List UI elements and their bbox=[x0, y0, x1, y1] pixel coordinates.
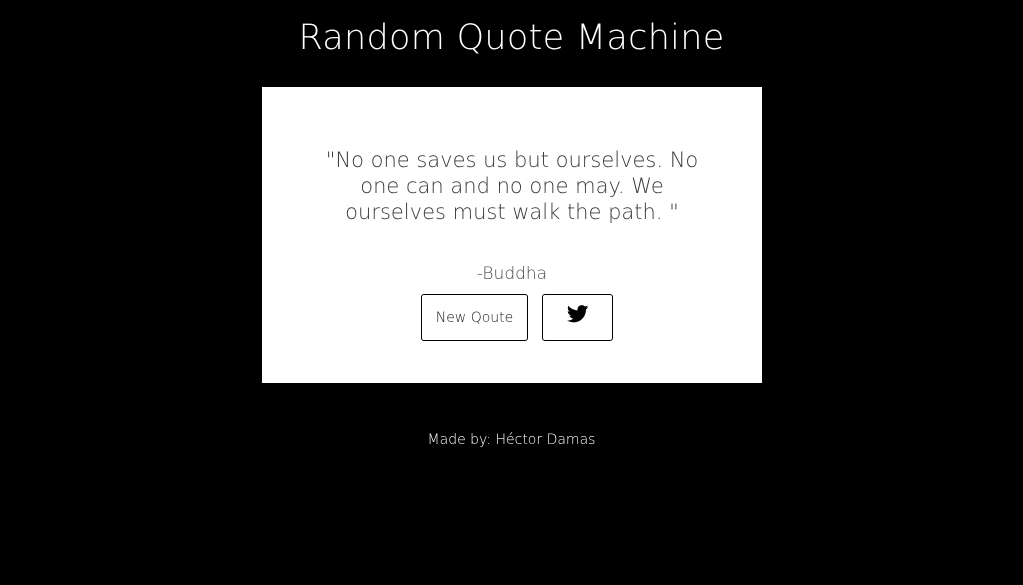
quote-text: "No one saves us but ourselves. No one c… bbox=[325, 148, 699, 224]
quote-author: -Buddha bbox=[476, 264, 548, 284]
new-quote-button[interactable]: New Qoute bbox=[421, 294, 528, 341]
quote-card: "No one saves us but ourselves. No one c… bbox=[262, 87, 762, 383]
footer-credit: Made by: Héctor Damas bbox=[427, 432, 596, 448]
page: Random Quote Machine "No one saves us bu… bbox=[0, 0, 1023, 585]
page-title: Random Quote Machine bbox=[298, 18, 725, 58]
twitter-icon bbox=[566, 305, 589, 327]
tweet-button[interactable] bbox=[542, 294, 613, 341]
